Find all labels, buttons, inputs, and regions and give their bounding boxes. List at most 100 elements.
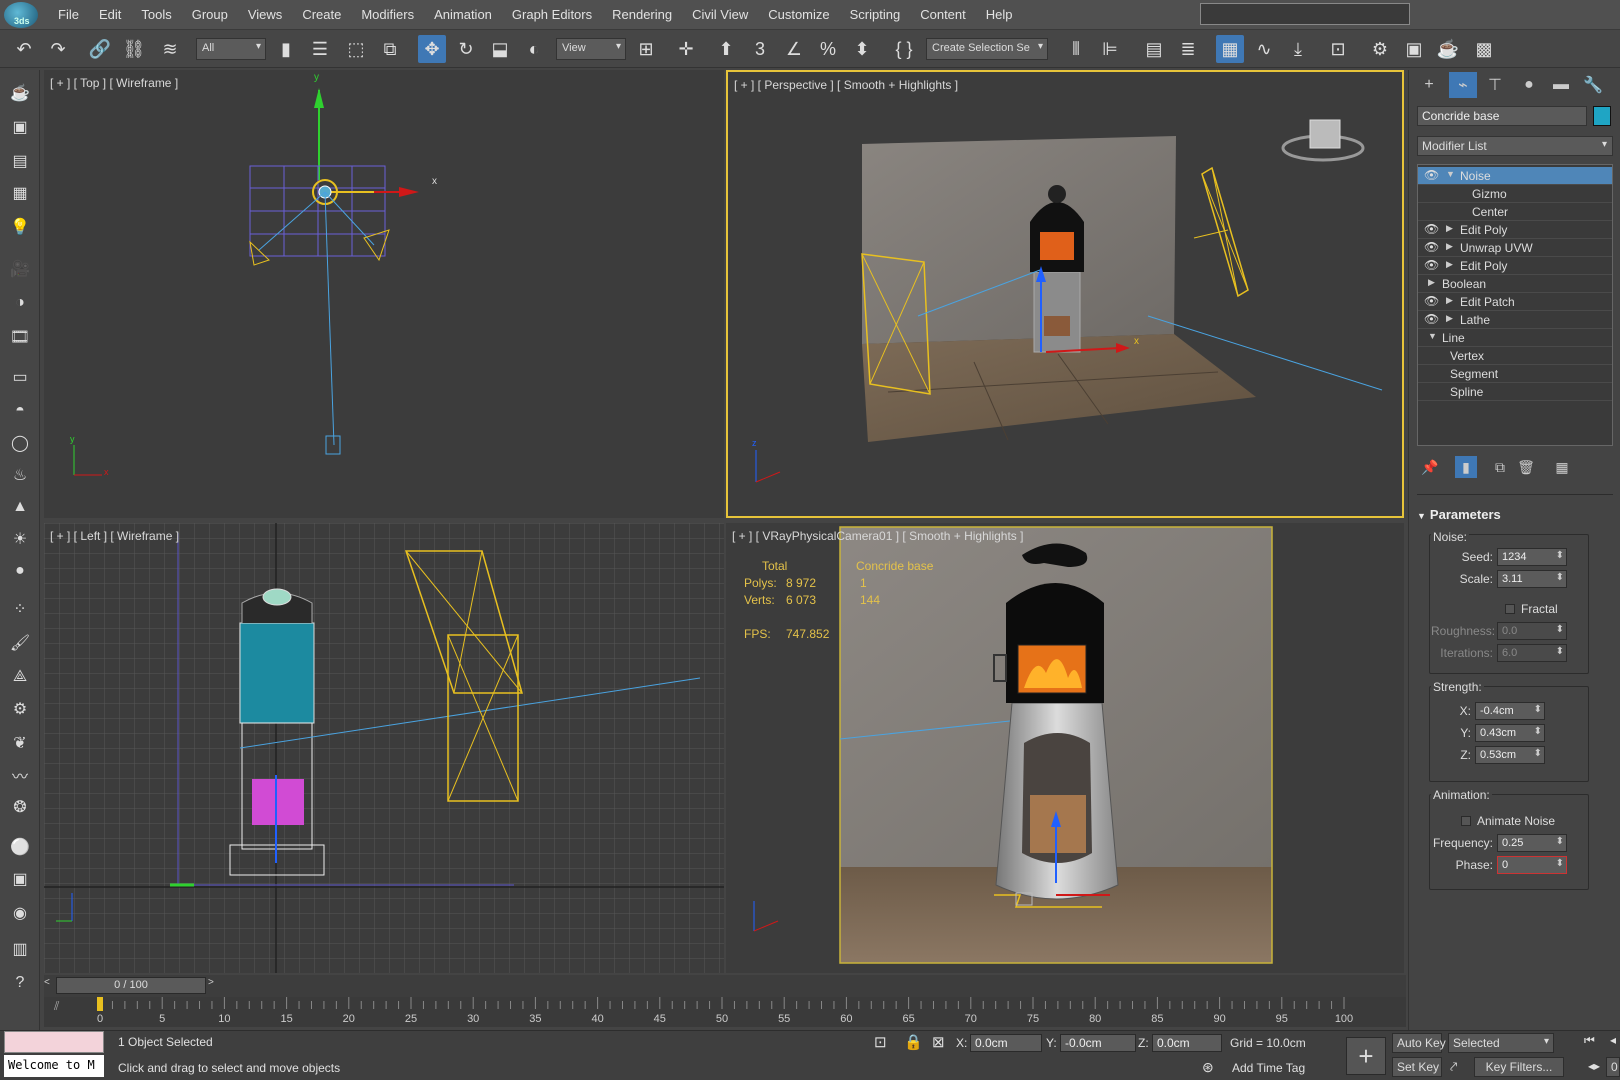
hair-icon[interactable]: 〰 [7,762,33,788]
expand-right-icon[interactable]: ▶ [1446,223,1453,234]
measure-icon[interactable]: ⟁ [7,664,33,690]
menu-content[interactable]: Content [920,7,966,22]
unlink-icon[interactable]: ⛓ [120,35,148,63]
eye-icon[interactable]: 👁 [1424,168,1439,182]
menu-customize[interactable]: Customize [768,7,829,22]
select-scale-icon[interactable]: ⬓ [486,35,514,63]
eye-icon[interactable]: 👁 [1424,222,1439,236]
seed-spinner[interactable]: 1234 [1497,548,1567,566]
gear-icon[interactable]: ⚙ [7,696,33,722]
modifier-stack-item[interactable]: Center [1418,203,1612,221]
phase-spinner[interactable]: 0 [1497,856,1567,874]
eye-icon[interactable]: 👁 [1424,258,1439,272]
menu-tools[interactable]: Tools [141,7,171,22]
fractal-checkbox[interactable]: Fractal [1505,602,1558,616]
scene-explorer-icon[interactable]: ▤ [1140,35,1168,63]
particles-icon[interactable]: ⁘ [7,596,33,622]
time-cursor[interactable] [97,997,103,1011]
prev-frame-icon[interactable]: < [44,977,56,994]
strength-x-spinner[interactable]: -0.4cm [1475,702,1545,720]
selection-set-dropdown[interactable]: Create Selection Se [926,38,1048,60]
menu-create[interactable]: Create [302,7,341,22]
modifier-stack[interactable]: 👁 ▼ Noise Gizmo Center 👁 ▶ Edit Poly 👁 ▶ Unwrap UV… [1417,164,1613,446]
add-time-tag[interactable]: Add Time Tag [1232,1061,1305,1075]
mirror-icon[interactable]: ⫴ [1062,35,1090,63]
select-by-name-icon[interactable]: ☰ [306,35,334,63]
plane-icon[interactable]: ▭ [7,364,33,390]
window-crossing-icon[interactable]: ⧉ [376,35,404,63]
time-slider[interactable]: 0 / 100 [56,977,206,994]
strength-y-spinner[interactable]: 0.43cm [1475,724,1545,742]
remove-modifier-icon[interactable]: 🗑 [1515,456,1537,478]
modifier-stack-item[interactable]: Vertex [1418,347,1612,365]
hierarchy-tab-icon[interactable]: ⊤ [1481,72,1509,98]
rect-region-icon[interactable]: ⬚ [342,35,370,63]
help-icon[interactable]: ? [7,970,33,996]
fractal-check-icon[interactable] [1505,604,1515,614]
set-key-button[interactable]: Set Key [1392,1057,1442,1077]
material-editor-icon[interactable]: ⊡ [1324,35,1352,63]
key-filters-button[interactable]: Key Filters... [1474,1057,1564,1077]
teapot-icon[interactable]: ☕ [7,80,33,106]
sphere-icon[interactable]: ⚪ [7,834,33,860]
selection-filter-dropdown[interactable]: All [196,38,266,60]
coord-x-field[interactable]: 0.0cm [970,1034,1042,1052]
ref-coord-dropdown[interactable]: View [556,38,626,60]
mini-curve-icon[interactable]: ⫽ [54,999,59,1014]
expand-down-icon[interactable]: ▼ [1446,169,1455,179]
chart-icon[interactable]: ▥ [7,936,33,962]
menu-views[interactable]: Views [248,7,282,22]
isolate-icon[interactable]: ⊡ [874,1033,887,1051]
camera-icon[interactable]: 🎥 [7,256,33,282]
menu-modifiers[interactable]: Modifiers [361,7,414,22]
expand-right-icon[interactable]: ▶ [1446,241,1453,252]
modifier-stack-item[interactable]: 👁 ▶ Lathe [1418,311,1612,329]
configure-sets-icon[interactable]: ▦ [1551,456,1573,478]
strength-z-spinner[interactable]: 0.53cm [1475,746,1545,764]
menu-group[interactable]: Group [192,7,228,22]
sphere-light-icon[interactable]: ◯ [7,430,33,456]
list-icon[interactable]: ▤ [7,148,33,174]
track-bar[interactable]: 0 5 10 15 20 25 30 35 40 45 50 55 60 65 70 75 80 85 90 95 10… [44,997,1406,1027]
modifier-stack-item[interactable]: 👁 ▶ Edit Patch [1418,293,1612,311]
eye-icon[interactable]: 👁 [1424,294,1439,308]
menu-file[interactable]: File [58,7,79,22]
curve-editor-icon[interactable]: ∿ [1250,35,1278,63]
go-to-start-icon[interactable]: ⏮ [1584,1033,1595,1048]
select-rotate-icon[interactable]: ↻ [452,35,480,63]
ribbon-icon[interactable]: ▦ [1216,35,1244,63]
set-key-big-icon[interactable]: + [1346,1037,1386,1075]
create-tab-icon[interactable]: + [1415,72,1443,98]
sun-icon[interactable]: ☀ [7,526,33,552]
modifier-stack-item[interactable]: ▶ Boolean [1418,275,1612,293]
dome-icon[interactable]: ◓ [7,398,33,424]
key-mode-toggle-icon[interactable]: ◂▸ [1588,1059,1600,1073]
object-color-swatch[interactable] [1593,106,1611,126]
menu-graph-editors[interactable]: Graph Editors [512,7,592,22]
key-tangent-icon[interactable]: ⤤ [1450,1059,1457,1075]
menu-civil-view[interactable]: Civil View [692,7,748,22]
search-field[interactable] [1200,3,1410,25]
expand-right-icon[interactable]: ▶ [1428,277,1435,288]
current-frame-field[interactable]: 0 [1606,1057,1620,1077]
show-end-result-icon[interactable]: ▮ [1455,456,1477,478]
viewport-left-label[interactable]: [ + ] [ Left ] [ Wireframe ] [50,529,179,543]
frequency-spinner[interactable]: 0.25 [1497,834,1567,852]
viewport-perspective[interactable]: [ + ] [ Perspective ] [ Smooth + Highlig… [726,70,1404,518]
dope-sheet-icon[interactable]: ⤓ [1284,35,1312,63]
link-icon[interactable]: 🔗 [86,35,114,63]
expand-right-icon[interactable]: ▶ [1446,313,1453,324]
maxscript-mini-listener[interactable]: Welcome to M [4,1055,104,1077]
select-move-icon[interactable]: ✥ [418,35,446,63]
modifier-stack-item[interactable]: 👁 ▶ Unwrap UVW [1418,239,1612,257]
spinner-snap-icon[interactable]: ⬍ [848,35,876,63]
render-icon[interactable]: ☕ [1434,35,1462,63]
utilities-tab-icon[interactable]: 🔧 [1579,72,1607,98]
roughness-spinner[interactable]: 0.0 [1497,622,1567,640]
redo-icon[interactable]: ↷ [44,35,72,63]
expand-right-icon[interactable]: ▶ [1446,259,1453,270]
menu-animation[interactable]: Animation [434,7,492,22]
modifier-stack-item[interactable]: 👁 ▶ Edit Poly [1418,257,1612,275]
object-name-field[interactable]: Concride base [1417,106,1587,126]
helper-icon[interactable]: ◑ [7,290,33,316]
